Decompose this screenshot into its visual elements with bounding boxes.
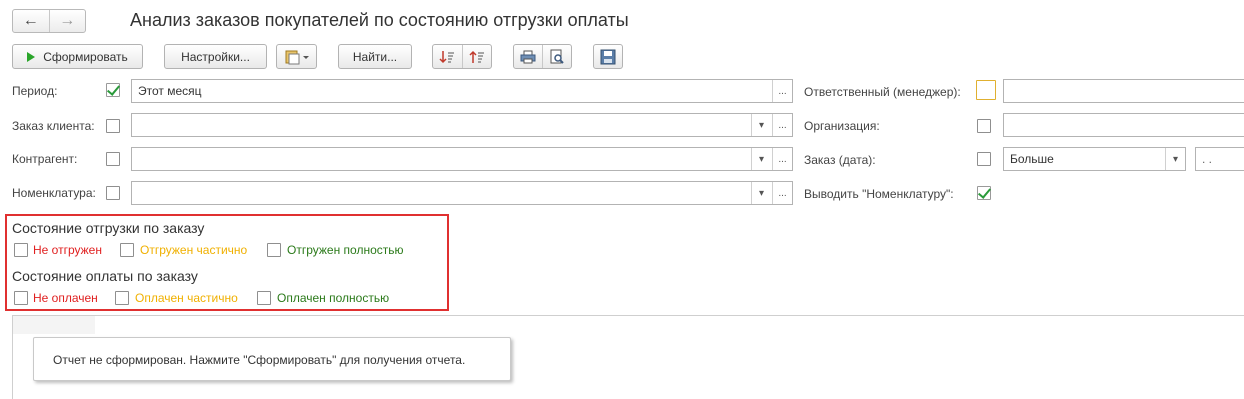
- counterparty-field[interactable]: ▾ ...: [131, 147, 793, 171]
- counterparty-checkbox[interactable]: [106, 152, 120, 166]
- report-divider: [12, 315, 1244, 316]
- arrow-right-icon[interactable]: →: [48, 10, 86, 32]
- order-date-label: Заказ (дата):: [804, 153, 876, 167]
- printer-icon[interactable]: [514, 45, 542, 68]
- fully-paid-label: Оплачен полностью: [277, 291, 390, 305]
- partially-paid-label: Оплачен частично: [135, 291, 238, 305]
- partially-shipped-checkbox[interactable]: [120, 243, 134, 257]
- counterparty-dropdown-icon[interactable]: ▾: [751, 148, 771, 170]
- order-date-checkbox[interactable]: [977, 152, 991, 166]
- arrow-left-icon[interactable]: ←: [13, 10, 49, 32]
- organization-field[interactable]: [1003, 113, 1244, 137]
- organization-label: Организация:: [804, 119, 880, 133]
- partially-paid-checkbox[interactable]: [115, 291, 129, 305]
- shipment-group-title: Состояние отгрузки по заказу: [12, 220, 205, 236]
- floppy-disk-icon: [600, 49, 616, 64]
- order-checkbox[interactable]: [106, 119, 120, 133]
- generate-button[interactable]: Сформировать: [12, 44, 143, 69]
- settings-button[interactable]: Настройки...: [164, 44, 267, 69]
- generate-button-label: Сформировать: [43, 49, 128, 64]
- order-label: Заказ клиента:: [12, 119, 95, 133]
- order-date-condition-select[interactable]: Больше ▾: [1003, 147, 1186, 171]
- period-checkbox[interactable]: [106, 83, 120, 97]
- sort-button-group: [432, 44, 492, 69]
- period-select-button[interactable]: ...: [772, 80, 792, 102]
- period-field[interactable]: Этот месяц ...: [131, 79, 793, 103]
- not-paid-label: Не оплачен: [33, 291, 98, 305]
- nomenclature-label: Номенклатура:: [12, 186, 96, 200]
- period-value: Этот месяц: [138, 84, 202, 98]
- report-header-cell: [13, 316, 95, 334]
- play-icon: [27, 51, 36, 62]
- fully-paid-checkbox[interactable]: [257, 291, 271, 305]
- not-paid-checkbox[interactable]: [14, 291, 28, 305]
- print-button-group: [513, 44, 572, 69]
- partially-shipped-label: Отгружен частично: [140, 243, 248, 257]
- sort-ascending-icon[interactable]: [433, 45, 462, 68]
- find-button[interactable]: Найти...: [338, 44, 412, 69]
- print-preview-icon[interactable]: [542, 45, 571, 68]
- payment-group-title: Состояние оплаты по заказу: [12, 268, 198, 284]
- not-shipped-checkbox[interactable]: [14, 243, 28, 257]
- manager-label: Ответственный (менеджер):: [804, 85, 961, 99]
- manager-field[interactable]: [1003, 79, 1244, 103]
- order-field[interactable]: ▾ ...: [131, 113, 793, 137]
- nomenclature-select-button[interactable]: ...: [772, 182, 792, 204]
- order-dropdown-icon[interactable]: ▾: [751, 114, 771, 136]
- fully-shipped-checkbox[interactable]: [267, 243, 281, 257]
- chevron-down-icon[interactable]: ▾: [1165, 148, 1185, 170]
- organization-checkbox[interactable]: [977, 119, 991, 133]
- manager-checkbox[interactable]: [976, 80, 996, 100]
- sort-descending-icon[interactable]: [461, 45, 492, 68]
- order-date-input[interactable]: . .: [1195, 147, 1244, 171]
- order-date-condition-value: Больше: [1010, 152, 1054, 166]
- period-label: Период:: [12, 84, 58, 98]
- page-title: Анализ заказов покупателей по состоянию …: [130, 10, 629, 30]
- counterparty-label: Контрагент:: [12, 152, 78, 166]
- counterparty-select-button[interactable]: ...: [772, 148, 792, 170]
- fully-shipped-label: Отгружен полностью: [287, 243, 404, 257]
- report-message: Отчет не сформирован. Нажмите "Сформиров…: [33, 337, 511, 381]
- report-variant-icon: [285, 50, 309, 64]
- report-variant-button[interactable]: [276, 44, 317, 69]
- nomenclature-field[interactable]: ▾ ...: [131, 181, 793, 205]
- show-nomenclature-label: Выводить "Номенклатуру":: [804, 187, 954, 201]
- navigation-buttons: ← →: [12, 9, 86, 33]
- nomenclature-dropdown-icon[interactable]: ▾: [751, 182, 771, 204]
- not-shipped-label: Не отгружен: [33, 243, 102, 257]
- order-select-button[interactable]: ...: [772, 114, 792, 136]
- show-nomenclature-checkbox[interactable]: [977, 186, 991, 200]
- nomenclature-checkbox[interactable]: [106, 186, 120, 200]
- save-button[interactable]: [593, 44, 623, 69]
